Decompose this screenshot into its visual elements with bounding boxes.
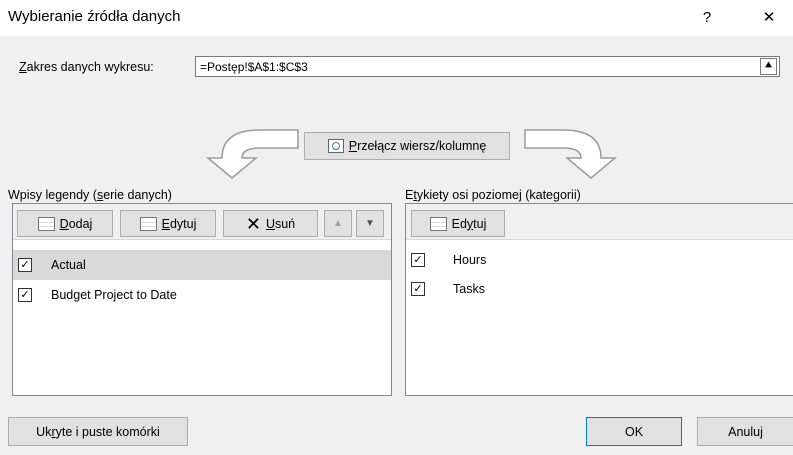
edit-axis-button[interactable]: Edytuj: [411, 210, 505, 237]
range-label: Zakres danych wykresu:: [19, 60, 154, 74]
collapse-icon: ⯅: [764, 60, 773, 72]
checkbox-icon[interactable]: ✓: [411, 253, 425, 267]
dialog-title: Wybieranie źródła danych: [8, 8, 181, 25]
axis-toolbar: Edytuj: [406, 204, 793, 240]
checkbox-icon[interactable]: ✓: [18, 288, 32, 302]
list-item[interactable]: ✓ Budget Project to Date: [13, 280, 391, 310]
checkbox-icon[interactable]: ✓: [18, 258, 32, 272]
legend-toolbar: Dodaj Edytuj ✕ Usuń ▲ ▼: [13, 204, 391, 240]
switch-icon: [327, 139, 344, 153]
hidden-empty-cells-label: Ukryte i puste komórki: [36, 424, 160, 439]
edit-table-icon: [429, 216, 447, 231]
delete-x-icon: ✕: [245, 213, 261, 234]
remove-label: Usuń: [265, 216, 296, 231]
list-item[interactable]: ✓ Hours: [406, 245, 793, 275]
edit-table-icon: [139, 216, 157, 231]
close-button[interactable]: ✕: [752, 6, 786, 30]
add-table-icon: [37, 216, 55, 231]
axis-header: Etykiety osi poziomej (kategorii): [405, 188, 581, 202]
list-item[interactable]: ✓ Tasks: [406, 274, 793, 304]
curved-arrow-right-icon: [524, 129, 618, 179]
curved-arrow-left-icon: [205, 129, 299, 179]
legend-panel: Dodaj Edytuj ✕ Usuń ▲ ▼ ✓ Actual ✓ Budge…: [12, 203, 392, 396]
cancel-button[interactable]: Anuluj: [697, 417, 793, 446]
edit-label: Edytuj: [161, 216, 197, 231]
series-label: Actual: [51, 258, 86, 272]
edit-series-button[interactable]: Edytuj: [120, 210, 216, 237]
list-item[interactable]: ✓ Actual: [13, 250, 391, 280]
collapse-dialog-button[interactable]: ⯅: [760, 58, 777, 75]
category-label: Hours: [453, 253, 487, 267]
ok-button[interactable]: OK: [586, 417, 682, 446]
range-input[interactable]: =Postęp!$A$1:$C$3 ⯅: [195, 56, 780, 77]
arrow-up-icon: ▲: [333, 218, 343, 229]
axis-panel: Edytuj ✓ Hours ✓ Tasks: [405, 203, 793, 396]
hidden-empty-cells-button[interactable]: Ukryte i puste komórki: [8, 417, 188, 446]
series-label: Budget Project to Date: [51, 288, 177, 302]
move-down-button[interactable]: ▼: [356, 210, 384, 237]
legend-header: Wpisy legendy (serie danych): [8, 188, 172, 202]
switch-row-column-button[interactable]: Przełącz wiersz/kolumnę: [304, 132, 510, 160]
move-up-button[interactable]: ▲: [324, 210, 352, 237]
category-label: Tasks: [453, 282, 485, 296]
switch-label: Przełącz wiersz/kolumnę: [348, 139, 487, 153]
help-button[interactable]: ?: [690, 6, 724, 30]
checkbox-icon[interactable]: ✓: [411, 282, 425, 296]
range-value: =Postęp!$A$1:$C$3: [200, 60, 308, 74]
remove-series-button[interactable]: ✕ Usuń: [223, 210, 318, 237]
title-bar: Wybieranie źródła danych ? ✕: [0, 0, 793, 36]
add-series-button[interactable]: Dodaj: [17, 210, 113, 237]
arrow-down-icon: ▼: [365, 218, 375, 229]
add-label: Dodaj: [59, 216, 93, 231]
edit-axis-label: Edytuj: [451, 216, 487, 231]
